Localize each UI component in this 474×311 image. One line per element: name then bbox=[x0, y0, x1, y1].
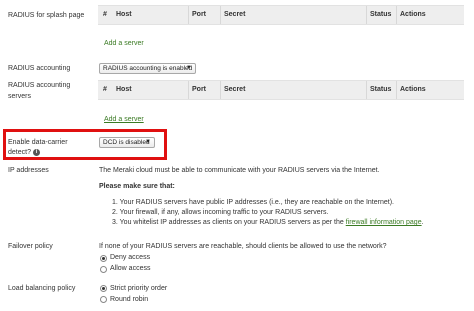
column-header-actions: Actions bbox=[400, 11, 426, 18]
round-robin-label[interactable]: Round robin bbox=[110, 295, 148, 305]
load-balancing-policy-label: Load balancing policy bbox=[8, 285, 76, 292]
splash-add-server-link[interactable]: Add a server bbox=[104, 39, 144, 46]
ip-requirement-3: 3. You whitelist IP addresses as clients… bbox=[112, 218, 424, 228]
accounting-servers-label-line1: RADIUS accounting bbox=[8, 82, 71, 89]
failover-policy-label: Failover policy bbox=[8, 243, 53, 250]
chevron-down-icon: ▼ bbox=[145, 139, 151, 145]
dcd-label-text: detect? bbox=[8, 149, 31, 156]
column-header-secret: Secret bbox=[224, 86, 246, 93]
column-divider bbox=[366, 81, 367, 99]
round-robin-radio[interactable] bbox=[100, 296, 107, 303]
column-header-port: Port bbox=[192, 86, 206, 93]
strict-priority-label[interactable]: Strict priority order bbox=[110, 284, 167, 294]
splash-servers-table-header: # Host Port Secret Status Actions bbox=[98, 5, 464, 25]
accounting-label: RADIUS accounting bbox=[8, 65, 71, 72]
accounting-select-value: RADIUS accounting is enabled bbox=[103, 65, 193, 72]
allow-access-radio[interactable] bbox=[100, 266, 107, 273]
column-header-number: # bbox=[103, 86, 107, 93]
ip-addresses-label: IP addresses bbox=[8, 167, 49, 174]
dcd-label-line1: Enable data-carrier bbox=[8, 139, 68, 146]
column-header-secret: Secret bbox=[224, 11, 246, 18]
column-divider bbox=[396, 6, 397, 24]
column-header-port: Port bbox=[192, 11, 206, 18]
splash-radius-label: RADIUS for splash page bbox=[8, 12, 85, 19]
column-header-host: Host bbox=[116, 86, 132, 93]
ip-addresses-make-sure: Please make sure that: bbox=[99, 183, 175, 190]
column-header-status: Status bbox=[370, 11, 392, 18]
column-header-number: # bbox=[103, 11, 107, 18]
dcd-select-value: DCD is disabled bbox=[103, 139, 150, 146]
dcd-select[interactable]: DCD is disabled ▼ bbox=[99, 137, 155, 148]
ip-requirement-2: 2. Your firewall, if any, allows incomin… bbox=[112, 209, 329, 216]
accounting-select[interactable]: RADIUS accounting is enabled ▼ bbox=[99, 63, 196, 74]
dcd-label-line2: detect? i bbox=[8, 148, 40, 158]
column-header-actions: Actions bbox=[400, 86, 426, 93]
column-divider bbox=[396, 81, 397, 99]
column-divider bbox=[188, 6, 189, 24]
chevron-down-icon: ▼ bbox=[186, 65, 192, 71]
accounting-add-server-link[interactable]: Add a server bbox=[104, 115, 144, 125]
column-divider bbox=[188, 81, 189, 99]
ip-requirement-3-text: 3. You whitelist IP addresses as clients… bbox=[112, 219, 346, 226]
column-divider bbox=[366, 6, 367, 24]
firewall-information-page-link[interactable]: firewall information page bbox=[346, 219, 422, 226]
ip-requirement-3-suffix: . bbox=[421, 219, 424, 226]
column-header-status: Status bbox=[370, 86, 392, 93]
column-divider bbox=[220, 81, 221, 99]
strict-priority-radio[interactable] bbox=[100, 285, 107, 292]
allow-access-label[interactable]: Allow access bbox=[110, 264, 150, 274]
deny-access-radio[interactable] bbox=[100, 255, 107, 262]
ip-addresses-intro: The Meraki cloud must be able to communi… bbox=[99, 167, 380, 174]
column-divider bbox=[220, 6, 221, 24]
accounting-servers-table-header: # Host Port Secret Status Actions bbox=[98, 80, 464, 100]
accounting-servers-label-line2: servers bbox=[8, 93, 31, 100]
ip-requirement-1: 1. Your RADIUS servers have public IP ad… bbox=[112, 199, 394, 206]
column-header-host: Host bbox=[116, 11, 132, 18]
info-icon[interactable]: i bbox=[32, 148, 40, 156]
failover-question: If none of your RADIUS servers are reach… bbox=[99, 243, 387, 250]
deny-access-label[interactable]: Deny access bbox=[110, 253, 150, 263]
